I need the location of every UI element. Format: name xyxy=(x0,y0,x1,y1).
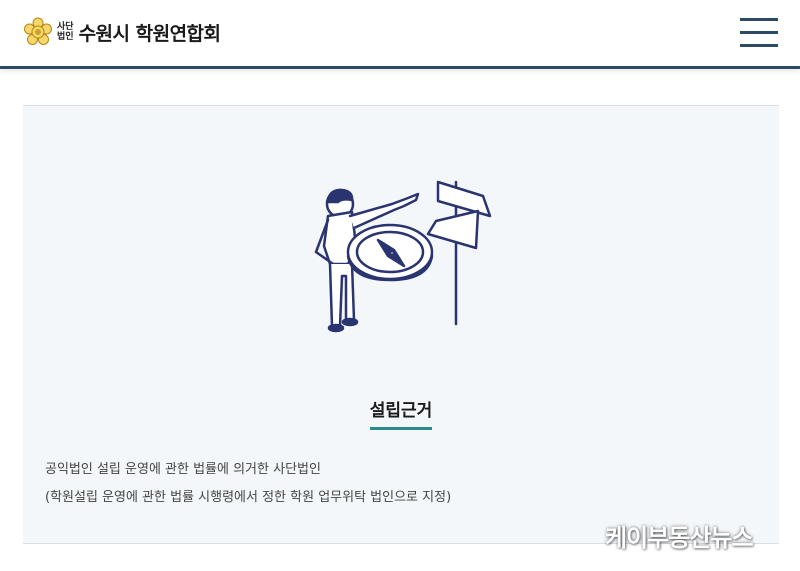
section-title: 설립근거 xyxy=(369,401,433,421)
menu-bar xyxy=(740,44,778,47)
site-logo[interactable]: 사단 법인 수원시 학원연합회 xyxy=(23,17,221,47)
person-compass-signpost-illustration xyxy=(314,180,492,333)
watermark: 케이부동산뉴스 xyxy=(605,524,754,552)
site-header: 사단 법인 수원시 학원연합회 xyxy=(0,0,800,69)
title-underline xyxy=(370,427,432,430)
org-prefix: 사단 법인 xyxy=(57,22,74,42)
org-name: 수원시 학원연합회 xyxy=(78,22,221,45)
menu-bar xyxy=(740,18,778,21)
menu-bar xyxy=(740,31,778,34)
flower-emblem-icon xyxy=(24,17,52,45)
org-prefix-line1: 사단 xyxy=(57,22,74,32)
description-line: (학원설립 운영에 관한 법률 시행령에서 정한 학원 업무위탁 법인으로 지정… xyxy=(45,490,452,505)
description-line: 공익법인 설립 운영에 관한 법률에 의거한 사단법인 xyxy=(45,462,321,477)
hamburger-menu-icon[interactable] xyxy=(740,18,778,48)
org-prefix-line2: 법인 xyxy=(57,32,74,42)
establishment-basis-panel: 설립근거 공익법인 설립 운영에 관한 법률에 의거한 사단법인 (학원설립 운… xyxy=(23,105,779,544)
